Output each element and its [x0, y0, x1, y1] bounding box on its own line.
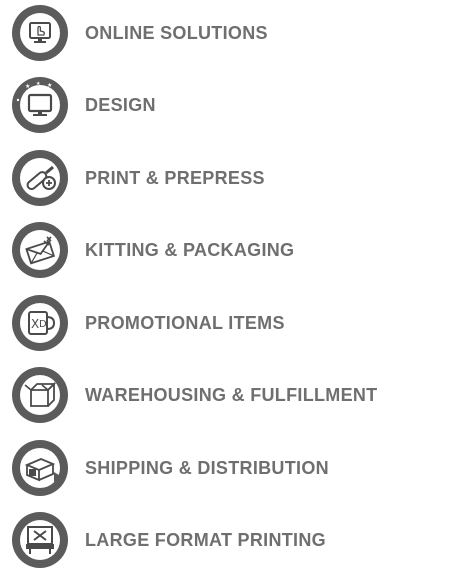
print-roller-icon — [11, 149, 69, 207]
svg-text:★: ★ — [36, 81, 41, 87]
package-truck-icon — [11, 439, 69, 497]
service-item-promotional-items[interactable]: X D PROMOTIONAL ITEMS — [11, 292, 461, 354]
service-label: LARGE FORMAT PRINTING — [85, 529, 326, 550]
svg-text:D: D — [39, 319, 47, 330]
service-item-shipping-distribution[interactable]: SHIPPING & DISTRIBUTION — [11, 437, 461, 499]
service-item-design[interactable]: ★ ★ ★ DESIGN — [11, 74, 461, 136]
service-item-warehousing-fulfillment[interactable]: WAREHOUSING & FULFILLMENT — [11, 364, 461, 426]
large-printer-icon — [11, 511, 69, 569]
service-label: SHIPPING & DISTRIBUTION — [85, 457, 329, 478]
mug-icon: X D — [11, 294, 69, 352]
services-list: ONLINE SOLUTIONS ★ ★ ★ DESIGN PRINT & PR… — [11, 0, 461, 571]
service-label: KITTING & PACKAGING — [85, 239, 295, 260]
service-label: ONLINE SOLUTIONS — [85, 22, 268, 43]
service-item-print-prepress[interactable]: PRINT & PREPRESS — [11, 147, 461, 209]
svg-text:★: ★ — [25, 83, 30, 90]
service-label: PROMOTIONAL ITEMS — [85, 312, 285, 333]
service-item-kitting-packaging[interactable]: KITTING & PACKAGING — [11, 219, 461, 281]
box-icon — [11, 366, 69, 424]
service-item-online-solutions[interactable]: ONLINE SOLUTIONS — [11, 2, 461, 64]
service-label: DESIGN — [85, 94, 156, 115]
envelope-kit-icon — [11, 221, 69, 279]
service-label: PRINT & PREPRESS — [85, 167, 265, 188]
service-label: WAREHOUSING & FULFILLMENT — [85, 384, 378, 405]
service-item-large-format-printing[interactable]: LARGE FORMAT PRINTING — [11, 509, 461, 571]
design-monitor-icon: ★ ★ ★ — [11, 76, 69, 134]
svg-text:X: X — [31, 317, 39, 331]
touch-monitor-icon — [11, 4, 69, 62]
svg-text:★: ★ — [47, 82, 52, 89]
